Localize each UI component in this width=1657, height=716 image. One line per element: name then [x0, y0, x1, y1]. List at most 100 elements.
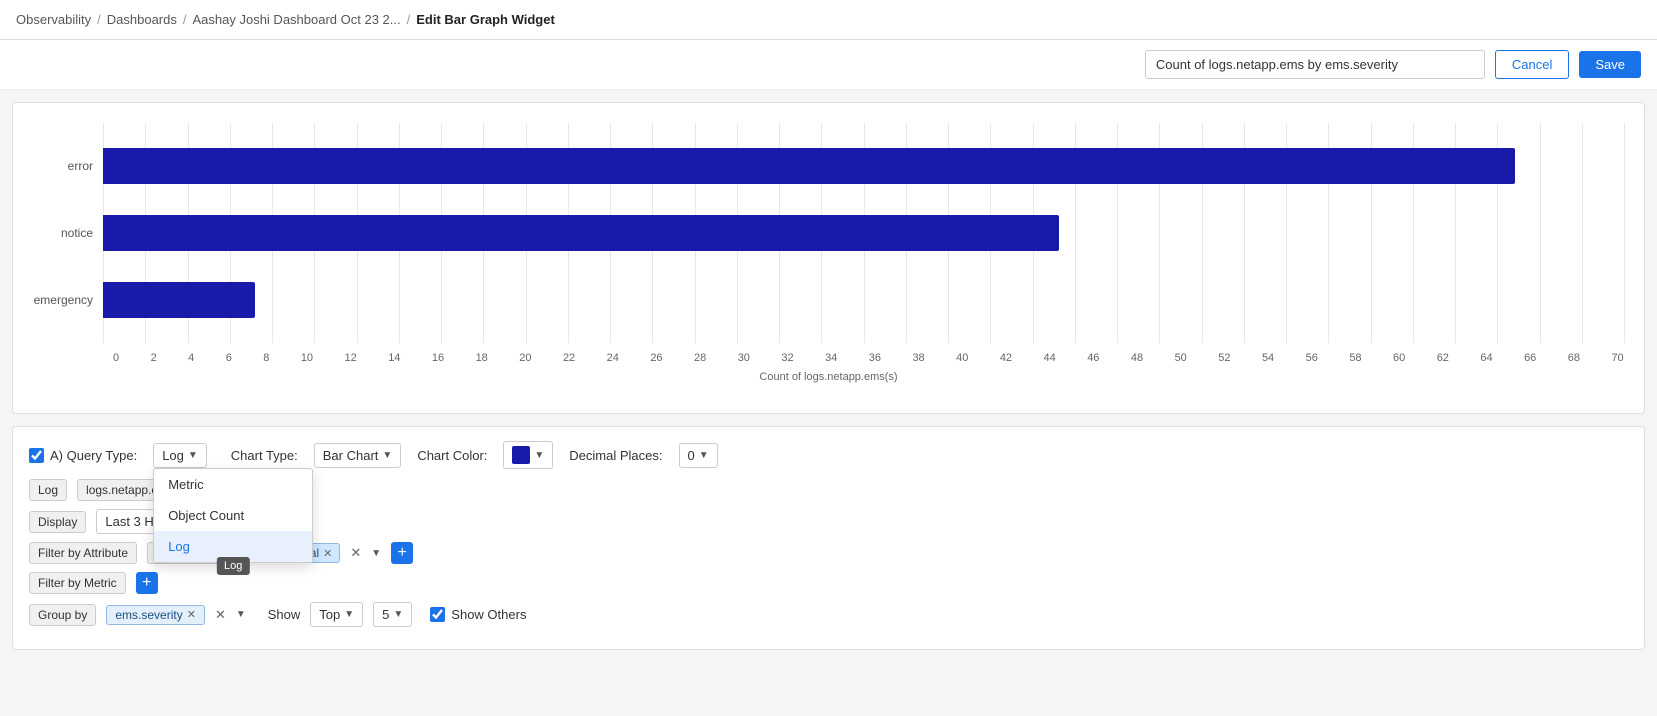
chart-type-value: Bar Chart — [323, 448, 379, 463]
x-tick: 38 — [912, 352, 924, 364]
x-tick: 0 — [113, 352, 119, 364]
decimal-arrow-icon: ▼ — [699, 450, 709, 461]
filter-metric-label: Filter by Metric — [29, 572, 126, 594]
decimal-places-value: 0 — [688, 448, 695, 463]
x-tick: 26 — [650, 352, 662, 364]
chart-color-select[interactable]: ▼ — [503, 441, 553, 469]
query-checkbox[interactable] — [29, 448, 44, 463]
query-type-dropdown[interactable]: Metric Object Count Log Log — [153, 468, 313, 563]
chart-color-arrow-icon: ▼ — [534, 450, 544, 461]
query-type-label: A) Query Type: — [50, 448, 137, 463]
bar-emergency — [103, 282, 255, 318]
chart-type-select[interactable]: Bar Chart ▼ — [314, 443, 402, 468]
x-tick: 42 — [1000, 352, 1012, 364]
dropdown-item-log[interactable]: Log Log — [154, 531, 312, 562]
x-tick: 18 — [476, 352, 488, 364]
filter-attribute-label: Filter by Attribute — [29, 542, 137, 564]
x-tick: 68 — [1568, 352, 1580, 364]
bar-row — [103, 205, 1624, 260]
x-tick: 62 — [1437, 352, 1449, 364]
show-others-text: Show Others — [451, 607, 526, 622]
filter-attribute-dropdown-icon[interactable]: ▼ — [371, 548, 381, 559]
bar-notice — [103, 215, 1059, 251]
cancel-button[interactable]: Cancel — [1495, 50, 1569, 79]
x-tick: 46 — [1087, 352, 1099, 364]
group-by-label: Group by — [29, 604, 96, 626]
x-tick: 58 — [1349, 352, 1361, 364]
num-select[interactable]: 5 ▼ — [373, 602, 412, 627]
bar-row — [103, 272, 1624, 327]
decimal-places-select[interactable]: 0 ▼ — [679, 443, 718, 468]
x-tick: 4 — [188, 352, 194, 364]
config-row-group-by: Group by ems.severity ✕ ✕ ▼ Show Top ▼ 5… — [29, 602, 1628, 627]
group-by-tag-close-icon[interactable]: ✕ — [187, 608, 196, 621]
x-tick: 2 — [151, 352, 157, 364]
breadcrumb-dashboard-name[interactable]: Aashay Joshi Dashboard Oct 23 2... — [193, 12, 401, 27]
breadcrumb: Observability / Dashboards / Aashay Josh… — [0, 0, 1657, 40]
num-value: 5 — [382, 607, 389, 622]
group-by-clear-icon[interactable]: ✕ — [215, 607, 226, 623]
color-swatch-icon — [512, 446, 530, 464]
log-dropdown-wrap[interactable]: Log ▼ Metric Object Count Log Log — [153, 443, 207, 468]
filter-attribute-add-button[interactable]: + — [391, 542, 413, 564]
x-tick: 24 — [607, 352, 619, 364]
top-select[interactable]: Top ▼ — [310, 602, 363, 627]
y-axis-labels: error notice emergency — [33, 123, 103, 343]
query-checkbox-label[interactable]: A) Query Type: — [29, 448, 137, 463]
config-row-1: A) Query Type: Log ▼ Metric Object Count… — [29, 441, 1628, 469]
y-label-notice: notice — [61, 226, 93, 240]
config-row-filter-metric: Filter by Metric + — [29, 572, 1628, 594]
x-tick: 60 — [1393, 352, 1405, 364]
chart-container: error notice emergency 02468101214161820… — [12, 102, 1645, 414]
chart-inner: error notice emergency — [33, 123, 1624, 343]
filter-attribute-clear-icon[interactable]: ✕ — [350, 545, 361, 561]
display-label: Display — [29, 511, 86, 533]
x-tick: 20 — [519, 352, 531, 364]
chart-color-label: Chart Color: — [417, 448, 487, 463]
y-label-error: error — [68, 159, 93, 173]
show-others-checkbox[interactable] — [430, 607, 445, 622]
log-row-label: Log — [29, 479, 67, 501]
x-tick: 10 — [301, 352, 313, 364]
x-tick: 14 — [388, 352, 400, 364]
chart-area: error notice emergency 02468101214161820… — [33, 123, 1624, 383]
x-axis-title: Count of logs.netapp.ems(s) — [33, 371, 1624, 383]
x-tick: 40 — [956, 352, 968, 364]
x-tick: 70 — [1611, 352, 1623, 364]
x-tick: 64 — [1480, 352, 1492, 364]
group-by-dropdown-icon[interactable]: ▼ — [236, 609, 246, 620]
x-tick: 30 — [738, 352, 750, 364]
bar-error — [103, 148, 1515, 184]
dropdown-item-object-count[interactable]: Object Count — [154, 500, 312, 531]
filter-tag-close-icon[interactable]: ✕ — [323, 547, 332, 560]
query-type-arrow-icon: ▼ — [188, 450, 198, 461]
x-axis: 0246810121416182022242628303234363840424… — [113, 352, 1624, 364]
save-button[interactable]: Save — [1579, 51, 1641, 78]
widget-title-input[interactable] — [1145, 50, 1485, 79]
x-tick: 44 — [1044, 352, 1056, 364]
show-others-label[interactable]: Show Others — [430, 607, 526, 622]
y-label-emergency: emergency — [34, 293, 93, 307]
top-arrow-icon: ▼ — [344, 609, 354, 620]
num-arrow-icon: ▼ — [393, 609, 403, 620]
x-tick: 32 — [781, 352, 793, 364]
x-tick: 28 — [694, 352, 706, 364]
x-tick: 34 — [825, 352, 837, 364]
filter-metric-add-button[interactable]: + — [136, 572, 158, 594]
query-type-select[interactable]: Log ▼ — [153, 443, 207, 468]
dropdown-item-metric[interactable]: Metric — [154, 469, 312, 500]
x-tick: 50 — [1175, 352, 1187, 364]
breadcrumb-dashboards[interactable]: Dashboards — [107, 12, 177, 27]
x-tick: 52 — [1218, 352, 1230, 364]
breadcrumb-sep-3: / — [407, 12, 411, 27]
bar-row — [103, 139, 1624, 194]
x-tick: 66 — [1524, 352, 1536, 364]
x-tick: 16 — [432, 352, 444, 364]
chart-type-arrow-icon: ▼ — [382, 450, 392, 461]
breadcrumb-observability[interactable]: Observability — [16, 12, 91, 27]
x-tick: 22 — [563, 352, 575, 364]
grid-line — [1624, 123, 1625, 343]
x-tick: 12 — [345, 352, 357, 364]
x-tick: 54 — [1262, 352, 1274, 364]
query-type-value: Log — [162, 448, 184, 463]
